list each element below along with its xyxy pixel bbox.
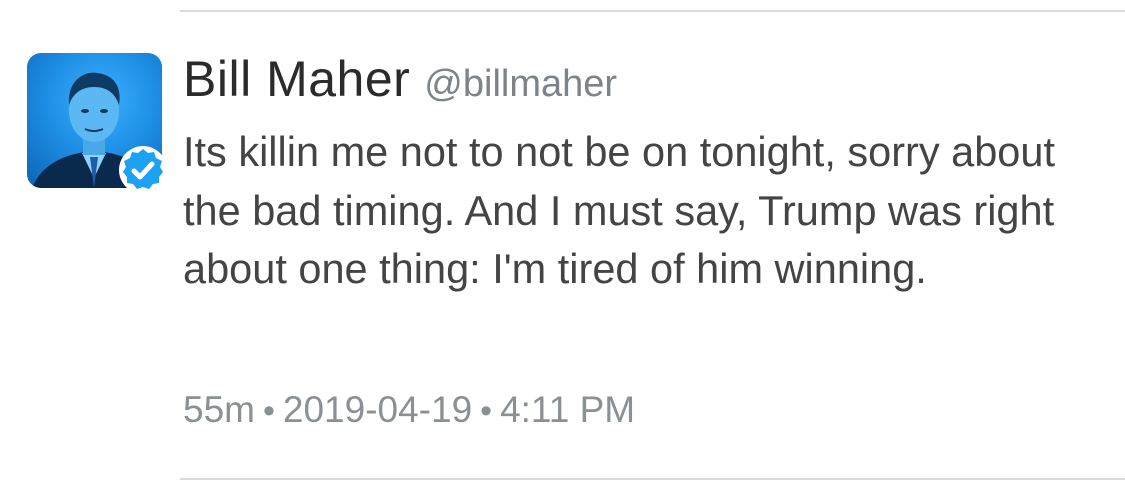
bottom-divider — [180, 478, 1125, 480]
tweet-text: Its killin me not to not be on tonight, … — [183, 128, 1055, 292]
display-name[interactable]: Bill Maher — [183, 51, 410, 107]
verified-check-icon — [117, 144, 169, 196]
author-row[interactable]: Bill Maher @billmaher — [183, 50, 617, 108]
user-handle[interactable]: @billmaher — [424, 63, 617, 105]
top-divider — [180, 10, 1125, 12]
separator-dot: • — [480, 392, 493, 430]
tweet-timestamp[interactable]: 55m • 2019-04-19 • 4:11 PM — [183, 389, 635, 431]
relative-time: 55m — [183, 389, 255, 430]
tweet-time: 4:11 PM — [500, 389, 636, 430]
separator-dot: • — [262, 392, 275, 430]
tweet-date: 2019-04-19 — [282, 389, 473, 430]
